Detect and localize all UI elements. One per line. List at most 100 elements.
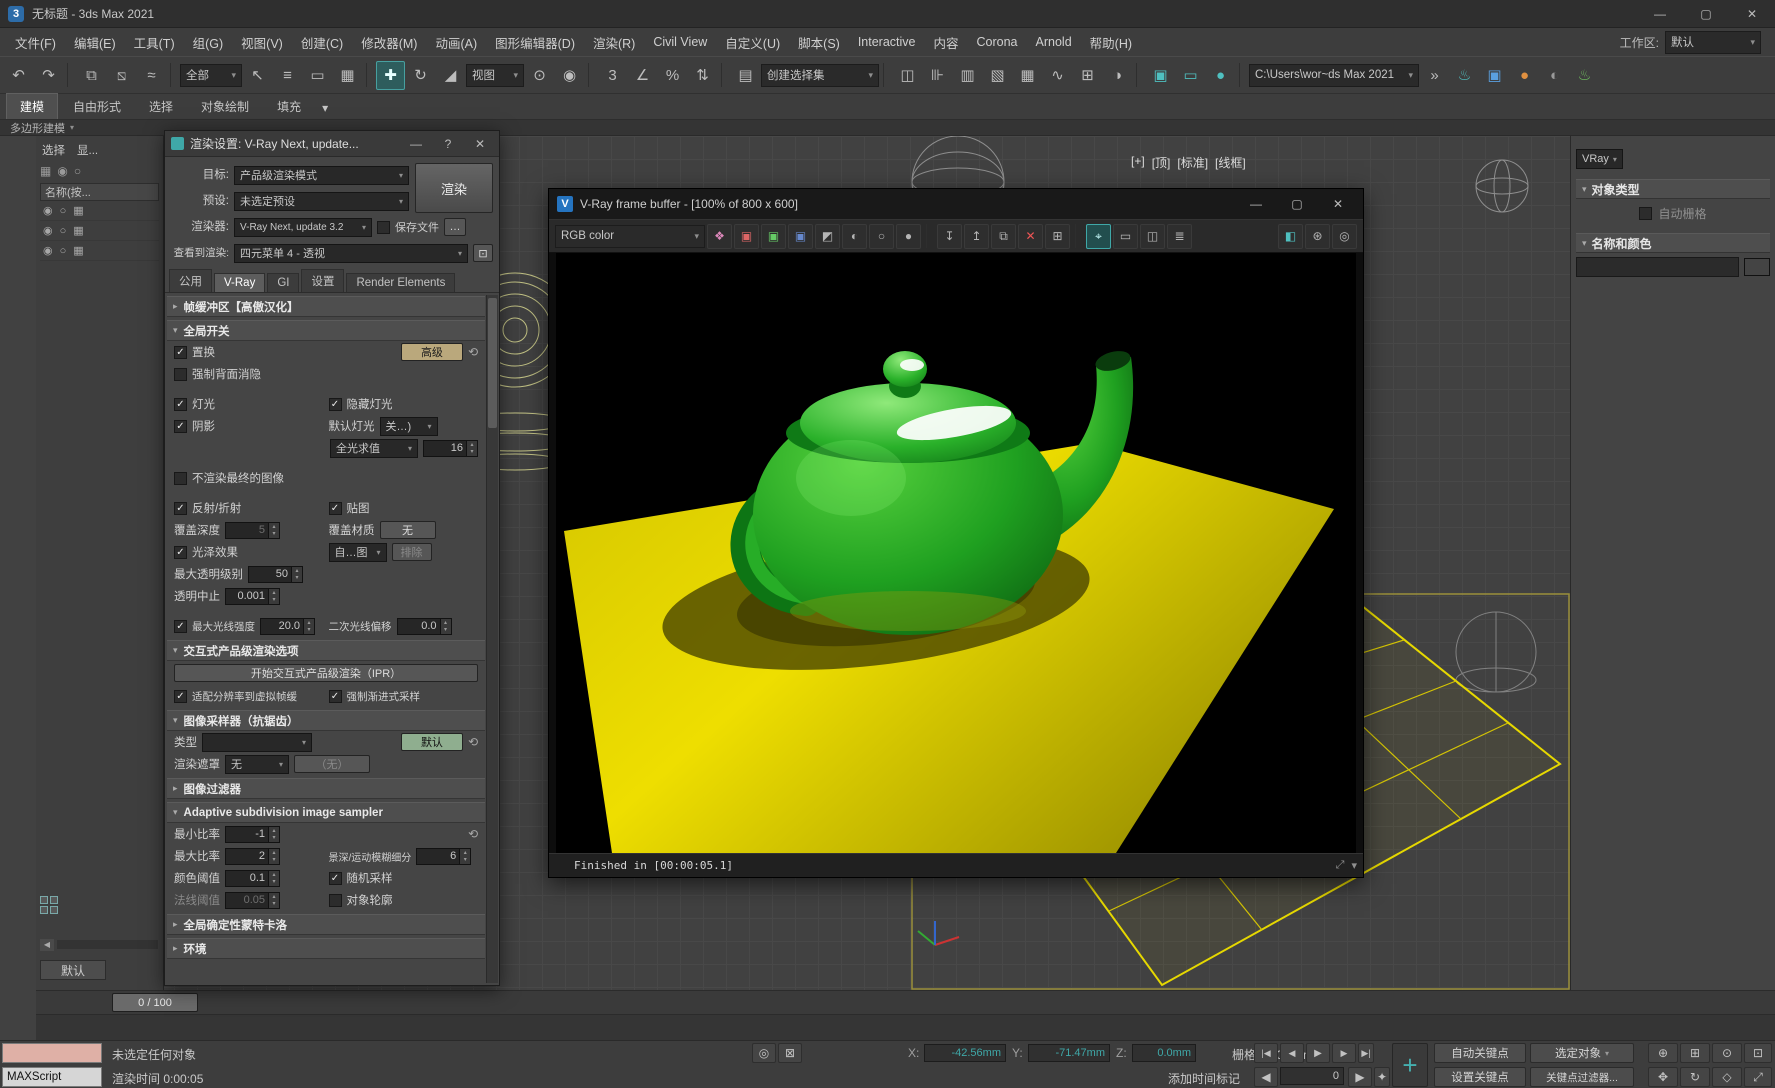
pan-icon[interactable]: ✥	[1648, 1067, 1678, 1087]
vfb-duplicate-icon[interactable]: ⊞	[1045, 224, 1070, 249]
rollout-adaptive-subdivision[interactable]: ▾Adaptive subdivision image sampler	[167, 802, 485, 823]
vfb-close-icon[interactable]: ✕	[1321, 192, 1355, 216]
schematic-view-icon[interactable]: ⊞	[1073, 61, 1102, 90]
tab-gi[interactable]: GI	[267, 273, 299, 292]
vfb-green-channel-icon[interactable]: ▣	[761, 224, 786, 249]
autogrid-checkbox[interactable]	[1639, 207, 1652, 220]
menu-item-组(G)[interactable]: 组(G)	[184, 29, 233, 56]
add-time-tag[interactable]: 添加时间标记	[1168, 1070, 1240, 1087]
override-mtl-button[interactable]: 无	[380, 521, 436, 539]
start-ipr-button[interactable]: 开始交互式产品级渲染（IPR）	[174, 664, 478, 682]
menu-item-Interactive[interactable]: Interactive	[849, 31, 925, 53]
tab-vray[interactable]: V-Ray	[214, 273, 265, 292]
key-filters-button[interactable]: 关键点过滤器...	[1530, 1067, 1634, 1087]
vfb-red-channel-icon[interactable]: ▣	[734, 224, 759, 249]
undo-icon[interactable]: ↶	[4, 61, 33, 90]
corona-toolbar-icon[interactable]: ●	[1510, 61, 1539, 90]
ribbon-tab-freeform[interactable]: 自由形式	[60, 94, 134, 119]
selected-object-combo[interactable]: 选定对象▾	[1530, 1043, 1634, 1063]
arnold-toolbar-icon[interactable]: ◐	[1540, 61, 1569, 90]
lights-checkbox[interactable]: ✓	[174, 398, 187, 411]
select-link-icon[interactable]: ⧉	[77, 61, 106, 90]
toggle-layer-explorer-icon[interactable]: ▧	[983, 61, 1012, 90]
panel-expand-icon[interactable]: ▾	[70, 123, 74, 132]
isolate-selection-icon[interactable]: ◎	[752, 1043, 776, 1063]
current-frame-field[interactable]: 0	[1280, 1067, 1344, 1085]
zoom-all-icon[interactable]: ⊞	[1680, 1043, 1710, 1063]
randomize-samples-checkbox[interactable]: ✓	[329, 872, 342, 885]
rendered-frame-window-icon[interactable]: ▭	[1176, 61, 1205, 90]
set-key-big-button[interactable]: +	[1392, 1043, 1428, 1087]
rollout-frame-buffer[interactable]: ▸帧缓冲区【高傲汉化】	[167, 296, 485, 317]
next-key-icon[interactable]: ▶	[1332, 1043, 1356, 1063]
redo-icon[interactable]: ↷	[34, 61, 63, 90]
color-threshold-spinner[interactable]: 0.1 ▴▾	[225, 870, 280, 887]
vfb-save-image-icon[interactable]: ↧	[937, 224, 962, 249]
window-crossing-icon[interactable]: ▦	[333, 61, 362, 90]
maximize-viewport-icon[interactable]: ⤢	[1744, 1067, 1772, 1087]
displacement-checkbox[interactable]: ✓	[174, 346, 187, 359]
override-include-combo[interactable]: 自…图▾	[329, 543, 387, 562]
x-coordinate-field[interactable]: -42.56mm	[924, 1044, 1006, 1062]
vfb-minimize-icon[interactable]: —	[1239, 192, 1273, 216]
explorer-hscrollbar[interactable]: ◀	[40, 938, 158, 951]
previous-key-icon[interactable]: ◀	[1280, 1043, 1304, 1063]
vfb-alpha-channel-icon[interactable]: ◩	[815, 224, 840, 249]
vfb-ab-compare-icon[interactable]: ◫	[1140, 224, 1165, 249]
reset-advanced-icon[interactable]: ⟲	[468, 345, 478, 359]
viewport-layout-tabs-icon[interactable]	[40, 896, 60, 916]
orbit-icon[interactable]: ↻	[1680, 1067, 1710, 1087]
target-combo[interactable]: 产品级渲染模式▾	[234, 166, 409, 185]
edit-named-selection-sets-icon[interactable]: ▤	[731, 61, 760, 90]
toggle-ribbon-icon[interactable]: ▦	[1013, 61, 1042, 90]
render-mask-button[interactable]: （无）	[294, 755, 370, 773]
dialog-close-icon[interactable]: ✕	[467, 137, 493, 151]
explorer-search-icon[interactable]: ○	[74, 164, 81, 178]
menu-item-工具(T)[interactable]: 工具(T)	[125, 29, 184, 56]
track-bar[interactable]	[36, 1014, 1775, 1040]
explorer-menu-display[interactable]: 显...	[77, 142, 98, 158]
rollout-object-type[interactable]: ▾ 对象类型	[1576, 179, 1770, 199]
max-ray-intensity-checkbox[interactable]: ✓	[174, 620, 187, 633]
project-folder-combo[interactable]: C:\Users\wor~ds Max 2021▾	[1249, 64, 1419, 87]
angle-snap-icon[interactable]: ∠	[628, 61, 657, 90]
next-frame-icon[interactable]: ▶	[1348, 1067, 1372, 1087]
default-preset-button[interactable]: 默认	[401, 733, 463, 751]
z-coordinate-field[interactable]: 0.0mm	[1132, 1044, 1196, 1062]
tab-common[interactable]: 公用	[169, 269, 212, 292]
vfb-monochrome-icon[interactable]: ◐	[842, 224, 867, 249]
window-close-icon[interactable]: ✕	[1729, 0, 1775, 27]
maxscript-mini-listener[interactable]: MAXScript	[2, 1067, 102, 1087]
vfb-clear-image-icon[interactable]: ✕	[1018, 224, 1043, 249]
bind-to-spacewarp-icon[interactable]: ≈	[137, 61, 166, 90]
render-button[interactable]: 渲染	[415, 163, 493, 213]
zoom-region-icon[interactable]: ⊡	[1744, 1043, 1772, 1063]
object-name-input[interactable]	[1576, 257, 1739, 277]
render-mask-combo[interactable]: 无▾	[225, 755, 289, 774]
menu-item-修改器(M)[interactable]: 修改器(M)	[352, 29, 426, 56]
reset-adaptive-icon[interactable]: ⟲	[468, 827, 478, 841]
use-pivot-center-icon[interactable]: ⊙	[525, 61, 554, 90]
menu-item-动画(A)[interactable]: 动画(A)	[426, 29, 486, 56]
view-to-render-combo[interactable]: 四元菜单 4 - 透视▾	[234, 244, 468, 263]
force-backface-checkbox[interactable]	[174, 368, 187, 381]
shadows-checkbox[interactable]: ✓	[174, 420, 187, 433]
help-teapot-icon[interactable]: ♨	[1570, 61, 1599, 90]
dont-render-final-checkbox[interactable]	[174, 472, 187, 485]
transp-cutoff-spinner[interactable]: 0.001 ▴▾	[225, 588, 280, 605]
explorer-row[interactable]: ◉○▦	[40, 221, 159, 241]
unlink-icon[interactable]: ⧅	[107, 61, 136, 90]
toolbar-overflow-icon[interactable]: »	[1420, 61, 1449, 90]
vfb-black-level-icon[interactable]: ●	[896, 224, 921, 249]
window-minimize-icon[interactable]: —	[1637, 0, 1683, 27]
reflection-refraction-checkbox[interactable]: ✓	[174, 502, 187, 515]
viewport-menu-style[interactable]: [标准]	[1177, 154, 1208, 171]
y-coordinate-field[interactable]: -71.47mm	[1028, 1044, 1110, 1062]
max-ray-intensity-spinner[interactable]: 20.0 ▴▾	[260, 618, 315, 635]
rollout-image-filter[interactable]: ▸图像过滤器	[167, 778, 485, 799]
vfb-load-image-icon[interactable]: ↥	[964, 224, 989, 249]
light-eval-subdivs-spinner[interactable]: 16 ▴▾	[423, 440, 478, 457]
named-selection-sets-combo[interactable]: 创建选择集▾	[761, 64, 879, 87]
selection-lock-icon[interactable]: ⊠	[778, 1043, 802, 1063]
selection-filter-combo[interactable]: 全部▾	[180, 64, 242, 87]
